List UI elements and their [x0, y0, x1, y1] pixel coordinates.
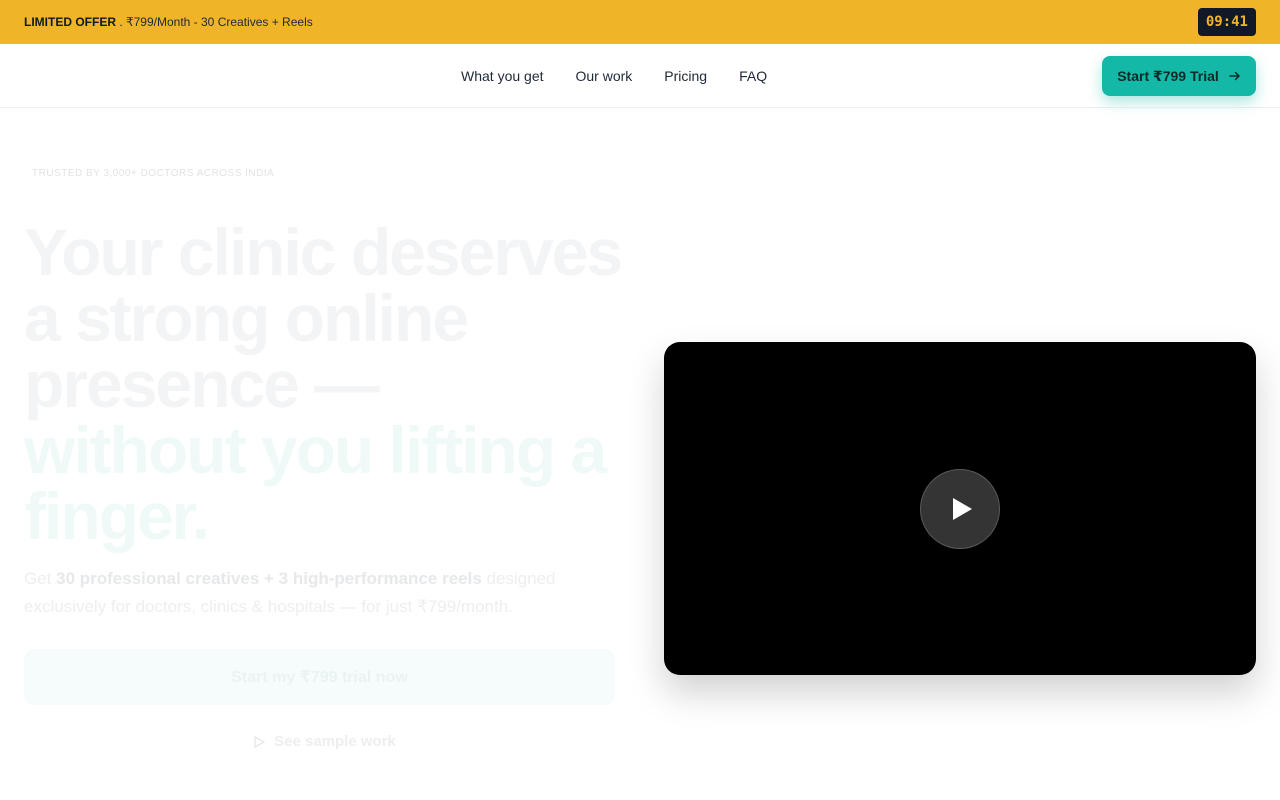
hero-subtitle: Get 30 professional creatives + 3 high-p…: [24, 565, 594, 621]
headline-accent-2: finger.: [24, 479, 210, 553]
main-navigation: What you get Our work Pricing FAQ Start …: [0, 44, 1280, 108]
sub-bold: 30 professional creatives + 3 high-perfo…: [56, 569, 482, 588]
nav-link-pricing[interactable]: Pricing: [664, 68, 707, 84]
headline-line-1: Your clinic deserves: [24, 215, 623, 289]
offer-bar: LIMITED OFFER . ₹799/Month - 30 Creative…: [0, 0, 1280, 44]
play-icon: [953, 497, 972, 520]
headline-line-2: a strong online: [24, 281, 469, 355]
nav-link-what-you-get[interactable]: What you get: [461, 68, 544, 84]
see-sample-work-link[interactable]: See sample work: [24, 733, 624, 750]
offer-text: LIMITED OFFER . ₹799/Month - 30 Creative…: [24, 15, 313, 29]
nav-link-our-work[interactable]: Our work: [576, 68, 633, 84]
hero-eyebrow: TRUSTED BY 3,000+ DOCTORS ACROSS INDIA: [32, 168, 275, 179]
nav-link-faq[interactable]: FAQ: [739, 68, 767, 84]
hero-content: TRUSTED BY 3,000+ DOCTORS ACROSS INDIA Y…: [24, 168, 624, 750]
see-sample-work-label: See sample work: [274, 733, 396, 750]
hero-headline: Your clinic deserves a strong online pre…: [24, 219, 624, 549]
start-trial-label: Start ₹799 Trial: [1117, 67, 1219, 84]
play-outline-icon: [254, 735, 265, 748]
offer-label: LIMITED OFFER: [24, 15, 116, 29]
arrow-right-icon: [1229, 71, 1240, 81]
video-player[interactable]: [664, 342, 1256, 675]
start-trial-button[interactable]: Start ₹799 Trial: [1102, 56, 1256, 96]
nav-links: What you get Our work Pricing FAQ: [461, 44, 767, 108]
sub-prefix: Get: [24, 569, 57, 588]
headline-accent-1: without you lifting a: [24, 413, 607, 487]
offer-detail: . ₹799/Month - 30 Creatives + Reels: [116, 15, 313, 29]
start-trial-hero-button[interactable]: Start my ₹799 trial now: [24, 649, 615, 705]
countdown-timer: 09:41: [1197, 8, 1256, 36]
headline-line-3: presence —: [24, 347, 380, 421]
play-button[interactable]: [920, 468, 1000, 549]
